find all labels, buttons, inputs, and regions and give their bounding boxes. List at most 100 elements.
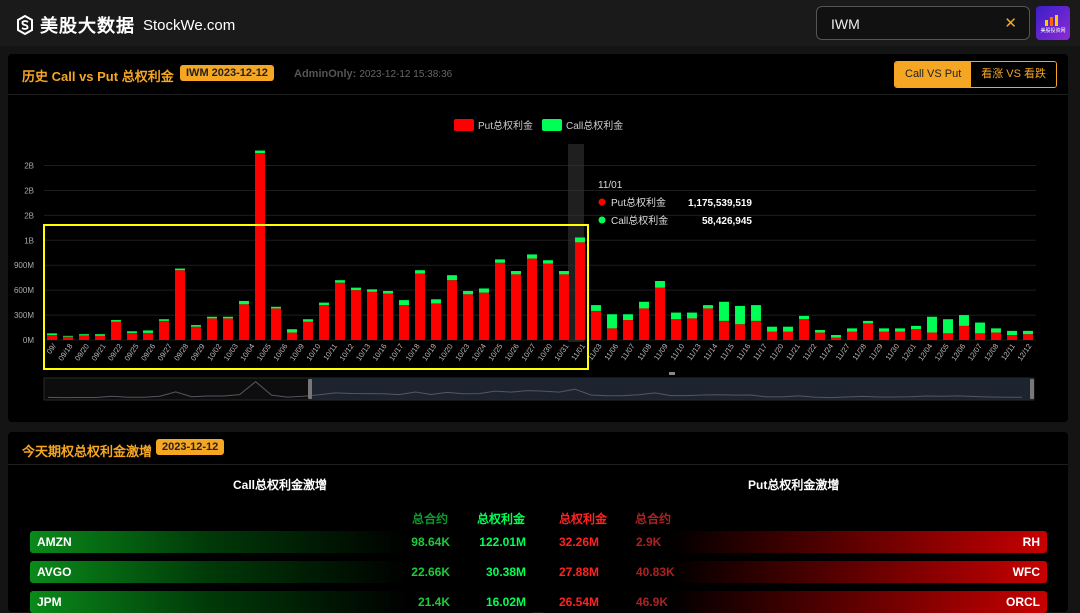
- bar-put[interactable]: [351, 290, 361, 340]
- bar-put[interactable]: [703, 308, 713, 340]
- bar-put[interactable]: [335, 282, 345, 340]
- bar-put[interactable]: [415, 273, 425, 340]
- bar-put[interactable]: [751, 320, 761, 340]
- bar-put[interactable]: [495, 262, 505, 340]
- bar-call[interactable]: [735, 305, 745, 325]
- bar-call[interactable]: [943, 319, 953, 334]
- call-header-premium[interactable]: 总权利金: [477, 510, 525, 527]
- bar-put[interactable]: [783, 331, 793, 340]
- call-row[interactable]: AVGO 22.66K 30.38M: [30, 561, 534, 583]
- bar-call[interactable]: [95, 334, 105, 336]
- bar-put[interactable]: [207, 318, 217, 340]
- bar-put[interactable]: [911, 329, 921, 340]
- bar-put[interactable]: [175, 270, 185, 340]
- bar-call[interactable]: [847, 328, 857, 332]
- bar-put[interactable]: [863, 323, 873, 340]
- bar-call[interactable]: [927, 316, 937, 333]
- bar-put[interactable]: [431, 303, 441, 340]
- bar-call[interactable]: [831, 335, 841, 338]
- bar-call[interactable]: [559, 271, 569, 275]
- bar-put[interactable]: [303, 321, 313, 340]
- bar-put[interactable]: [111, 321, 121, 340]
- bar-put[interactable]: [543, 263, 553, 340]
- bar-call[interactable]: [751, 305, 761, 321]
- bar-call[interactable]: [783, 326, 793, 332]
- legend[interactable]: Put总权利金 Call总权利金: [454, 119, 623, 132]
- bar-call[interactable]: [575, 237, 585, 243]
- bar-put[interactable]: [991, 332, 1001, 340]
- bar-put[interactable]: [127, 332, 137, 340]
- bar-call[interactable]: [79, 334, 89, 336]
- bar-call[interactable]: [463, 290, 473, 295]
- bar-call[interactable]: [143, 330, 153, 333]
- zoom-handle-left[interactable]: [308, 379, 312, 399]
- bar-call[interactable]: [175, 268, 185, 271]
- bar-put[interactable]: [799, 319, 809, 340]
- bar-put[interactable]: [479, 292, 489, 340]
- bar-put[interactable]: [1007, 335, 1017, 340]
- bar-call[interactable]: [431, 299, 441, 304]
- bar-call[interactable]: [63, 335, 73, 337]
- call-ticker[interactable]: JPM: [37, 595, 62, 609]
- bar-put[interactable]: [447, 280, 457, 340]
- bar-call[interactable]: [255, 150, 265, 154]
- bar-call[interactable]: [719, 301, 729, 321]
- bar-call[interactable]: [511, 271, 521, 275]
- zoom-handle-right[interactable]: [1030, 379, 1034, 399]
- bar-put[interactable]: [255, 153, 265, 340]
- bar-put[interactable]: [671, 319, 681, 340]
- bar-put[interactable]: [639, 308, 649, 340]
- bar-put[interactable]: [927, 332, 937, 340]
- bar-put[interactable]: [383, 293, 393, 340]
- put-header-contracts[interactable]: 总合约: [635, 510, 671, 527]
- bar-call[interactable]: [959, 315, 969, 326]
- bar-call[interactable]: [687, 312, 697, 319]
- call-row[interactable]: JPM 21.4K 16.02M: [30, 591, 534, 613]
- bar-call[interactable]: [47, 333, 57, 336]
- bar-call[interactable]: [895, 328, 905, 332]
- bar-put[interactable]: [159, 320, 169, 340]
- bar-put[interactable]: [399, 305, 409, 340]
- legend-put-label[interactable]: Put总权利金: [478, 119, 533, 132]
- put-ticker[interactable]: ORCL: [1006, 595, 1040, 609]
- bar-put[interactable]: [975, 333, 985, 340]
- bar-put[interactable]: [623, 320, 633, 340]
- bar-call[interactable]: [223, 316, 233, 319]
- bar-call[interactable]: [479, 288, 489, 293]
- bar-put[interactable]: [607, 328, 617, 340]
- bar-put[interactable]: [831, 337, 841, 340]
- bar-put[interactable]: [719, 320, 729, 340]
- bar-call[interactable]: [911, 325, 921, 330]
- bar-call[interactable]: [495, 259, 505, 263]
- bar-call[interactable]: [767, 326, 777, 332]
- bar-put[interactable]: [815, 332, 825, 340]
- zoom-window[interactable]: [310, 378, 1034, 400]
- close-icon[interactable]: ✕: [1004, 14, 1017, 32]
- legend-call-label[interactable]: Call总权利金: [566, 119, 623, 132]
- zoom-drag-handle[interactable]: [669, 372, 675, 375]
- put-row[interactable]: 26.54M 46.9K ORCL: [542, 591, 1047, 613]
- bar-call[interactable]: [367, 289, 377, 292]
- bar-call[interactable]: [415, 270, 425, 274]
- bar-put[interactable]: [943, 333, 953, 340]
- history-chart[interactable]: 0M300M600M900M1B2B2B2B 09/09/1809/2009/2…: [8, 54, 1068, 422]
- bar-put[interactable]: [287, 332, 297, 340]
- bar-call[interactable]: [639, 301, 649, 309]
- bar-call[interactable]: [335, 280, 345, 283]
- bar-call[interactable]: [383, 290, 393, 294]
- bar-call[interactable]: [127, 331, 137, 333]
- bar-put[interactable]: [767, 331, 777, 340]
- bar-put[interactable]: [687, 318, 697, 340]
- bar-call[interactable]: [239, 300, 249, 305]
- bar-call[interactable]: [399, 300, 409, 306]
- bar-put[interactable]: [511, 274, 521, 340]
- bar-call[interactable]: [863, 320, 873, 324]
- bar-call[interactable]: [1007, 330, 1017, 336]
- bar-call[interactable]: [1023, 330, 1033, 335]
- search-input[interactable]: IWM: [831, 16, 860, 32]
- put-ticker[interactable]: RH: [1023, 535, 1040, 549]
- bar-call[interactable]: [655, 281, 665, 288]
- bar-call[interactable]: [607, 314, 617, 329]
- bar-put[interactable]: [95, 335, 105, 340]
- bar-call[interactable]: [799, 315, 809, 320]
